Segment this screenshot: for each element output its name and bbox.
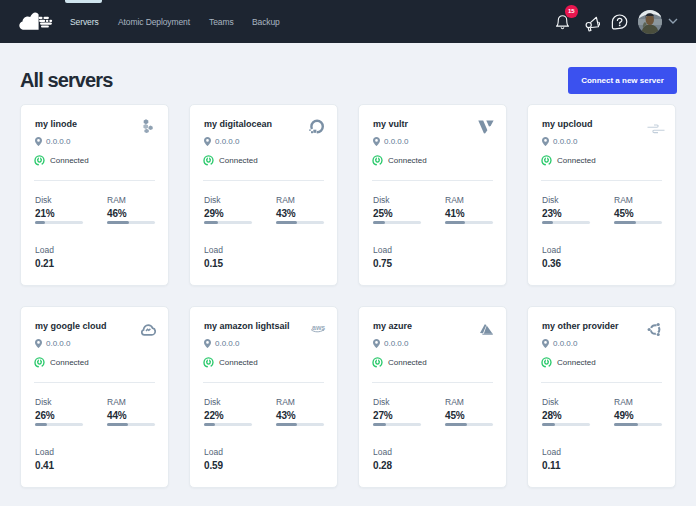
svg-text:aws: aws (312, 324, 325, 331)
